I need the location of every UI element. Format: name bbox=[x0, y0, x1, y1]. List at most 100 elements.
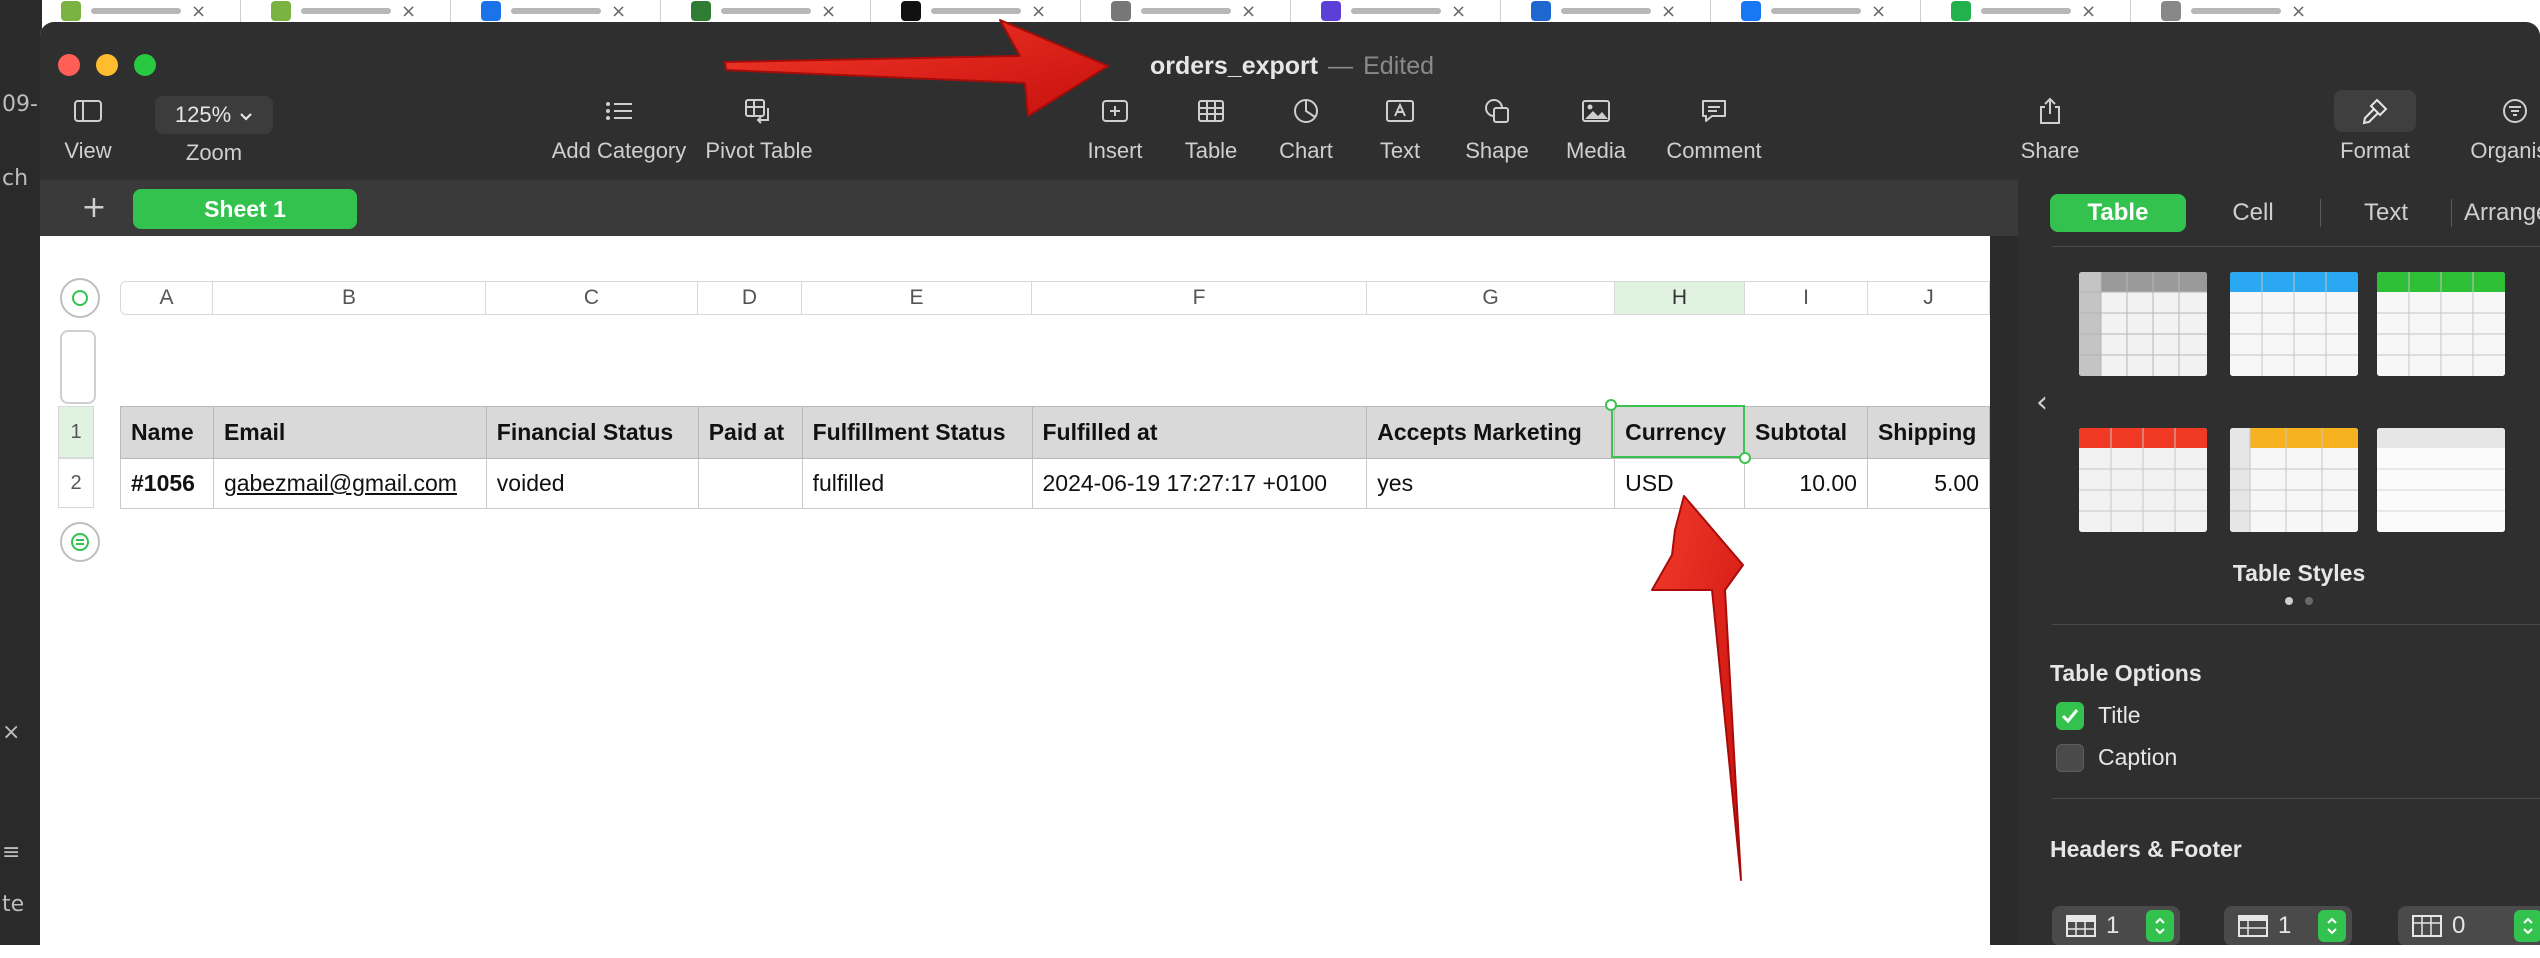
table-button[interactable]: Table bbox=[1171, 94, 1251, 164]
cell-name[interactable]: #1056 bbox=[120, 458, 214, 509]
cell-fulfillment-status[interactable]: fulfilled bbox=[801, 458, 1033, 509]
footer-rows-stepper[interactable]: 0 bbox=[2398, 906, 2540, 945]
cell-email[interactable]: gabezmail@gmail.com bbox=[212, 458, 487, 509]
header-cell-name[interactable]: Name bbox=[120, 406, 214, 459]
zoom-window-button[interactable] bbox=[134, 54, 156, 76]
favicon-icon bbox=[271, 1, 291, 21]
header-cell-paid-at[interactable]: Paid at bbox=[697, 406, 803, 459]
favicon-icon bbox=[61, 1, 81, 21]
column-header-g[interactable]: G bbox=[1367, 281, 1615, 315]
left-edge-label: × bbox=[2, 720, 21, 745]
document-title[interactable]: orders_export — Edited bbox=[1150, 52, 1434, 81]
format-toggle[interactable] bbox=[2334, 90, 2416, 132]
title-separator: — bbox=[1328, 52, 1354, 80]
bg-tab: × bbox=[1290, 0, 1500, 22]
column-header-d[interactable]: D bbox=[698, 281, 802, 315]
header-cell-fulfillment-status[interactable]: Fulfillment Status bbox=[801, 406, 1033, 459]
cell-fulfilled-at[interactable]: 2024-06-19 17:27:17 +0100 bbox=[1031, 458, 1368, 509]
header-cell-subtotal[interactable]: Subtotal bbox=[1744, 406, 1868, 459]
text-box-icon bbox=[1385, 94, 1415, 128]
shape-button[interactable]: Shape bbox=[1455, 94, 1539, 164]
column-header-b[interactable]: B bbox=[213, 281, 486, 315]
column-header-j[interactable]: J bbox=[1868, 281, 1990, 315]
header-cell-shipping[interactable]: Shipping bbox=[1866, 406, 1991, 459]
table-style-3[interactable] bbox=[2377, 272, 2505, 376]
caption-checkbox[interactable] bbox=[2056, 744, 2084, 772]
share-button[interactable]: Share bbox=[2018, 94, 2082, 164]
add-category-button[interactable]: Add Category bbox=[524, 94, 714, 164]
row-header-1[interactable]: 1 bbox=[58, 406, 94, 458]
stepper-arrows-icon[interactable] bbox=[2318, 910, 2346, 942]
zoom-select[interactable]: 125% bbox=[155, 96, 273, 134]
selection-handle-top-left[interactable] bbox=[1605, 399, 1617, 411]
cell-accepts-marketing[interactable]: yes bbox=[1366, 458, 1616, 509]
tab-table[interactable]: Table bbox=[2050, 194, 2186, 232]
left-edge-label: ch bbox=[2, 166, 29, 191]
add-sheet-button[interactable]: + bbox=[74, 190, 114, 226]
share-icon bbox=[2038, 94, 2062, 128]
row-header-2[interactable]: 2 bbox=[58, 458, 94, 508]
header-cell-accepts-marketing[interactable]: Accepts Marketing bbox=[1366, 406, 1616, 459]
bg-tab: × bbox=[1710, 0, 1920, 22]
cell-currency[interactable]: USD bbox=[1614, 458, 1746, 509]
organise-button[interactable]: Organise bbox=[2465, 94, 2540, 164]
column-header-e[interactable]: E bbox=[802, 281, 1032, 315]
header-rows-stepper[interactable]: 1 bbox=[2052, 906, 2180, 945]
paintbrush-icon bbox=[2362, 98, 2388, 125]
view-button[interactable]: View bbox=[64, 94, 112, 164]
tab-text[interactable]: Text bbox=[2321, 194, 2451, 232]
chart-button[interactable]: Chart bbox=[1266, 94, 1346, 164]
header-row-handle[interactable] bbox=[60, 330, 96, 404]
column-header-f[interactable]: F bbox=[1032, 281, 1367, 315]
zoom-control[interactable]: 125% Zoom bbox=[155, 96, 273, 166]
header-cell-currency[interactable]: Currency bbox=[1614, 406, 1746, 459]
header-cell-email[interactable]: Email bbox=[212, 406, 487, 459]
title-checkbox[interactable] bbox=[2056, 702, 2084, 730]
cell-financial-status[interactable]: voided bbox=[485, 458, 699, 509]
insert-button[interactable]: Insert bbox=[1070, 94, 1160, 164]
pivot-table-icon bbox=[744, 94, 774, 128]
tab-cell[interactable]: Cell bbox=[2186, 194, 2320, 232]
favicon-icon bbox=[1951, 1, 1971, 21]
cell-subtotal[interactable]: 10.00 bbox=[1744, 458, 1868, 509]
column-header-c[interactable]: C bbox=[486, 281, 698, 315]
column-header-a[interactable]: A bbox=[120, 281, 213, 315]
pivot-table-button[interactable]: Pivot Table bbox=[694, 94, 824, 164]
cell-shipping[interactable]: 5.00 bbox=[1866, 458, 1991, 509]
add-row-button[interactable] bbox=[60, 522, 100, 562]
header-cell-fulfilled-at[interactable]: Fulfilled at bbox=[1031, 406, 1368, 459]
comment-button[interactable]: Comment bbox=[1654, 94, 1774, 164]
close-icon: × bbox=[191, 0, 207, 22]
left-edge-label: ≡ bbox=[2, 840, 21, 865]
header-columns-stepper[interactable]: 1 bbox=[2224, 906, 2352, 945]
minimize-window-button[interactable] bbox=[96, 54, 118, 76]
header-cell-financial-status[interactable]: Financial Status bbox=[485, 406, 699, 459]
sheet-canvas[interactable]: A B C D E F G H I J 1 2 Name Email Finan… bbox=[40, 236, 1991, 945]
selection-handle-bottom-right[interactable] bbox=[1739, 452, 1751, 464]
sheet-tab[interactable]: Sheet 1 bbox=[133, 189, 357, 229]
column-header-i[interactable]: I bbox=[1745, 281, 1868, 315]
table-style-4[interactable] bbox=[2079, 428, 2207, 532]
bg-tab: × bbox=[1920, 0, 2130, 22]
text-button[interactable]: Text bbox=[1363, 94, 1437, 164]
orders-table[interactable]: Name Email Financial Status Paid at Fulf… bbox=[120, 406, 1991, 509]
table-style-1[interactable] bbox=[2079, 272, 2207, 376]
close-icon: × bbox=[1661, 0, 1677, 22]
stepper-arrows-icon[interactable] bbox=[2146, 910, 2174, 942]
media-button[interactable]: Media bbox=[1554, 94, 1638, 164]
table-style-2[interactable] bbox=[2230, 272, 2358, 376]
cell-paid-at[interactable] bbox=[697, 458, 803, 509]
style-page-dots[interactable] bbox=[2018, 592, 2540, 610]
column-header-h[interactable]: H bbox=[1615, 281, 1745, 315]
table-style-6[interactable] bbox=[2377, 428, 2505, 532]
tab-arrange[interactable]: Arrange bbox=[2452, 194, 2540, 232]
select-table-button[interactable] bbox=[60, 278, 100, 318]
chevron-left-icon[interactable]: ‹ bbox=[2036, 385, 2048, 420]
close-window-button[interactable] bbox=[58, 54, 80, 76]
table-style-5[interactable] bbox=[2230, 428, 2358, 532]
bg-tab: × bbox=[450, 0, 660, 22]
stepper-arrows-icon[interactable] bbox=[2514, 910, 2540, 942]
format-button[interactable]: Format bbox=[2328, 90, 2422, 164]
close-icon: × bbox=[401, 0, 417, 22]
bg-tab: × bbox=[30, 0, 240, 22]
